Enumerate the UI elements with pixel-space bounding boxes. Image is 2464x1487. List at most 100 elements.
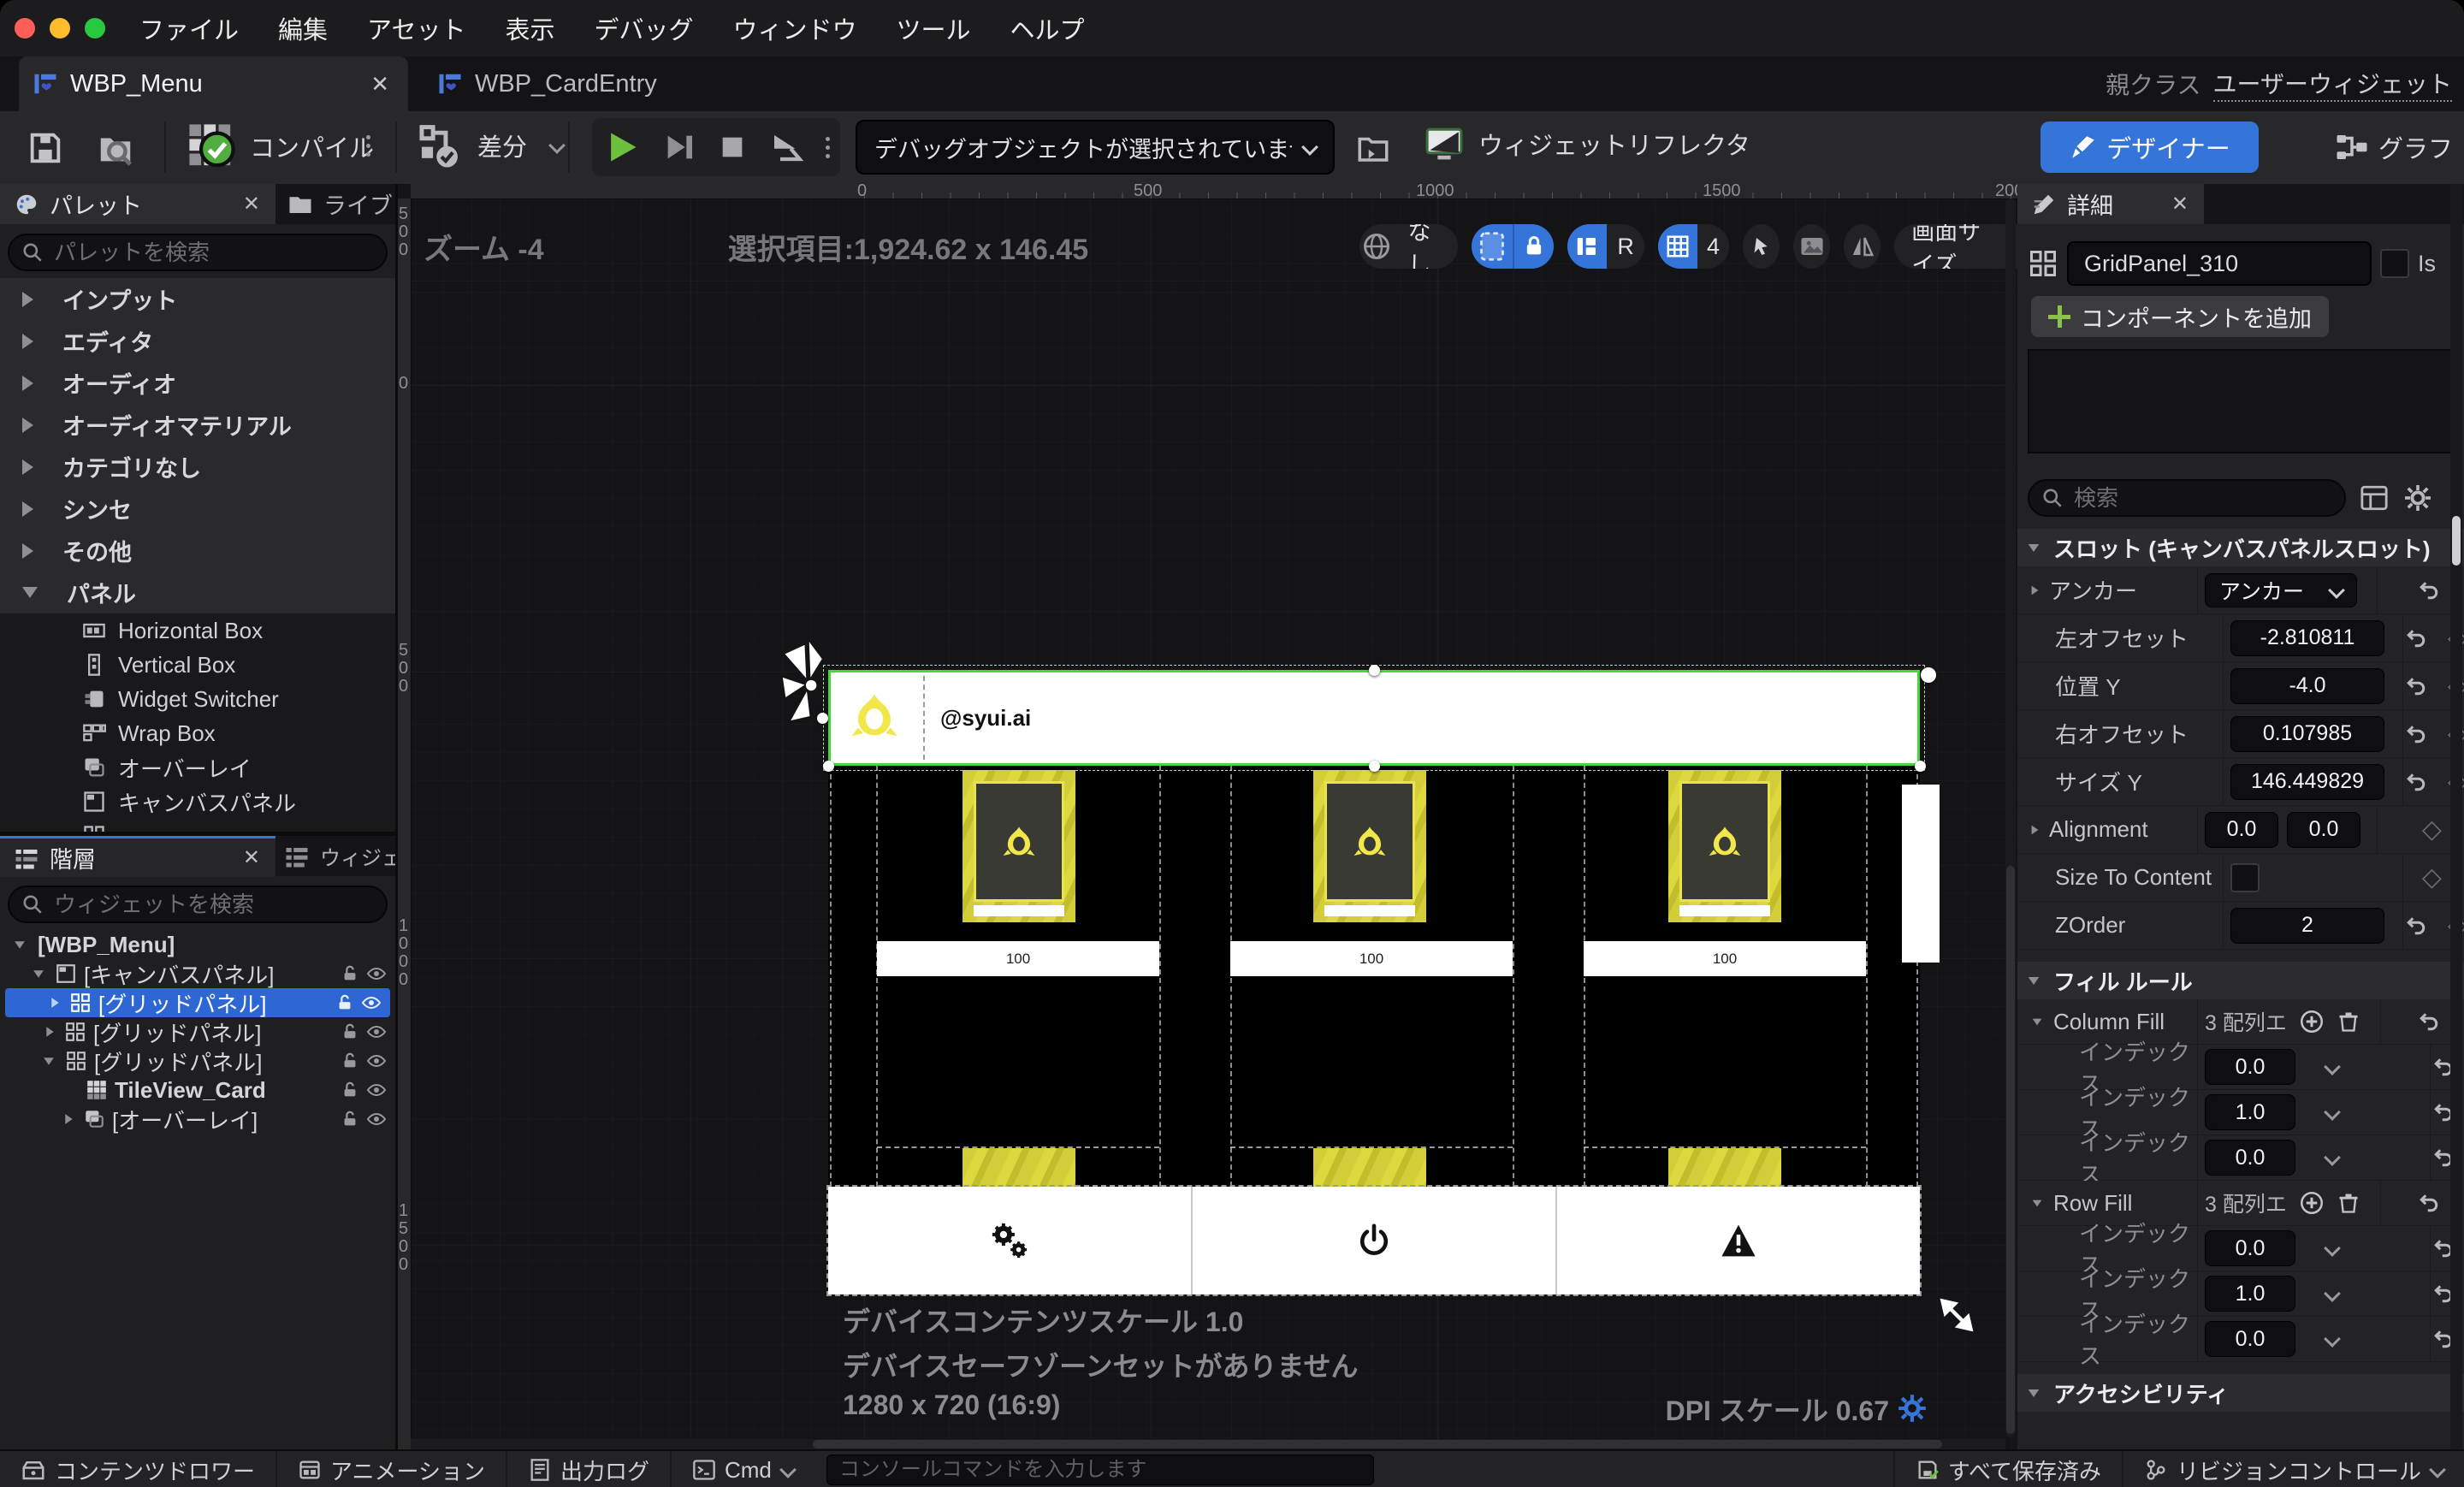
palette-item-canvas-panel[interactable]: キャンバスパネル xyxy=(0,785,395,819)
preview-background-button[interactable] xyxy=(1792,224,1831,269)
content-drawer-button[interactable]: コンテンツドロワー xyxy=(0,1451,278,1487)
preview-nav-bar[interactable] xyxy=(826,1185,1922,1296)
card-entry[interactable] xyxy=(1668,770,1781,922)
menu-asset[interactable]: アセット xyxy=(367,10,465,46)
category-audio[interactable]: オーディオ xyxy=(0,362,395,404)
menu-view[interactable]: 表示 xyxy=(505,10,554,46)
eye-icon[interactable] xyxy=(366,1109,387,1129)
palette-item-horizontal-box[interactable]: Horizontal Box xyxy=(0,613,395,648)
close-icon[interactable]: ✕ xyxy=(2171,192,2189,216)
settings-gear-icon[interactable] xyxy=(2402,483,2433,513)
chevron-down-icon[interactable] xyxy=(2324,1149,2341,1166)
revert-icon[interactable] xyxy=(2403,625,2429,651)
lock-icon[interactable] xyxy=(341,1110,359,1129)
close-icon[interactable]: ✕ xyxy=(243,845,260,870)
section-accessibility[interactable]: アクセシビリティ xyxy=(2017,1374,2464,1412)
resize-handle[interactable] xyxy=(817,713,828,724)
is-variable-checkbox[interactable] xyxy=(2380,249,2409,278)
grid-snap-group[interactable]: 4 xyxy=(1657,224,1729,269)
alignment-x-field[interactable]: 0.0 xyxy=(2205,811,2278,848)
diff-button[interactable]: 差分 xyxy=(418,121,566,169)
index-value-field[interactable]: 0.0 xyxy=(2205,1230,2295,1266)
menu-tools[interactable]: ツール xyxy=(897,10,971,46)
lock-icon[interactable] xyxy=(341,964,359,983)
add-element-icon[interactable] xyxy=(2299,1190,2325,1216)
resize-handle[interactable] xyxy=(1369,761,1380,772)
add-element-icon[interactable] xyxy=(2299,1009,2325,1034)
flip-preview-button[interactable] xyxy=(1844,224,1881,269)
category-editor[interactable]: エディタ xyxy=(0,320,395,362)
eye-icon[interactable] xyxy=(366,1080,387,1100)
stop-icon[interactable] xyxy=(718,133,747,162)
nav-cell-warning[interactable] xyxy=(1557,1187,1920,1294)
index-value-field[interactable]: 1.0 xyxy=(2205,1276,2295,1312)
add-component-button[interactable]: コンポーネントを追加 xyxy=(2031,296,2329,337)
minimize-window-button[interactable] xyxy=(50,18,70,39)
alignment-respect-group[interactable]: R xyxy=(1567,224,1644,269)
bind-diamond-icon[interactable]: ◇ xyxy=(2422,862,2442,892)
resize-handle[interactable] xyxy=(1915,761,1926,772)
eye-icon[interactable] xyxy=(366,1051,387,1071)
canvas-vertical-scrollbar[interactable] xyxy=(2005,198,2016,1437)
close-window-button[interactable] xyxy=(15,18,35,39)
eye-icon[interactable] xyxy=(361,992,382,1013)
eye-icon[interactable] xyxy=(366,963,387,984)
palette-item-wrap-box[interactable]: Wrap Box xyxy=(0,716,395,750)
selection-outline-lock-group[interactable] xyxy=(1471,224,1554,269)
chevron-down-icon[interactable] xyxy=(2324,1104,2341,1121)
revert-icon[interactable] xyxy=(2416,578,2442,603)
trash-icon[interactable] xyxy=(2337,1190,2360,1216)
play-options-icon[interactable] xyxy=(825,136,830,158)
localization-preview-toggle[interactable]: なし xyxy=(1359,224,1458,269)
menu-window[interactable]: ウィンドウ xyxy=(732,10,856,46)
category-input[interactable]: インプット xyxy=(0,278,395,320)
tab-hierarchy[interactable]: 階層 ✕ xyxy=(0,836,275,877)
anchor-dropdown[interactable]: アンカー xyxy=(2205,572,2357,607)
browse-to-asset-icon[interactable] xyxy=(96,128,135,168)
chevron-down-icon[interactable] xyxy=(2324,1330,2341,1348)
tab-palette[interactable]: パレット ✕ xyxy=(0,184,275,224)
palette-item-vertical-box[interactable]: Vertical Box xyxy=(0,648,395,682)
lock-icon[interactable] xyxy=(335,993,354,1012)
preview-grid-panel[interactable]: 100 100 100 xyxy=(828,766,1920,1187)
tree-item-grid-panel-2[interactable]: [グリッドパネル] xyxy=(0,1017,395,1046)
nav-cell-settings[interactable] xyxy=(828,1187,1193,1294)
palette-item-widget-switcher[interactable]: Widget Switcher xyxy=(0,682,395,716)
right-offset-field[interactable]: 0.107985 xyxy=(2230,715,2384,752)
display-filter-icon[interactable] xyxy=(2360,483,2389,512)
save-all-status[interactable]: すべて保存済み xyxy=(1892,1451,2122,1487)
revert-icon[interactable] xyxy=(2403,721,2429,747)
details-search[interactable] xyxy=(2028,479,2346,517)
revert-icon[interactable] xyxy=(2403,673,2429,699)
palette-item-clipped[interactable] xyxy=(0,819,395,832)
lock-icon[interactable] xyxy=(341,1052,359,1070)
index-value-field[interactable]: 0.0 xyxy=(2205,1321,2295,1357)
screen-size-dropdown[interactable]: 画面サイズ xyxy=(1894,224,2017,269)
debug-object-dropdown[interactable]: デバッグオブジェクトが選択されていません xyxy=(856,120,1335,175)
revert-icon[interactable] xyxy=(2416,1190,2442,1216)
details-search-input[interactable] xyxy=(2072,483,2332,512)
play-icon[interactable] xyxy=(603,128,641,166)
tree-item-canvas-panel[interactable]: [キャンバスパネル] xyxy=(0,959,395,988)
select-cursor-button[interactable] xyxy=(1742,224,1780,269)
widget-reflector-button[interactable]: ウィジェットリフレクタ xyxy=(1422,121,1750,166)
card-entry[interactable] xyxy=(962,770,1075,922)
close-icon[interactable]: ✕ xyxy=(243,192,260,216)
chevron-down-icon[interactable] xyxy=(2324,1240,2341,1257)
compile-options-icon[interactable] xyxy=(366,135,370,157)
category-other[interactable]: その他 xyxy=(0,530,395,572)
revert-icon[interactable] xyxy=(2403,913,2429,939)
menu-file[interactable]: ファイル xyxy=(139,10,239,46)
console-command-input[interactable] xyxy=(826,1454,1374,1485)
hierarchy-search[interactable] xyxy=(8,886,388,923)
revision-control-dropdown[interactable]: リビジョンコントロール xyxy=(2121,1451,2464,1487)
position-y-field[interactable]: -4.0 xyxy=(2230,667,2384,704)
compile-button[interactable]: コンパイル xyxy=(187,121,374,171)
chevron-down-icon[interactable] xyxy=(2324,1285,2341,1302)
menu-edit[interactable]: 編集 xyxy=(278,10,328,46)
maximize-window-button[interactable] xyxy=(85,18,105,39)
alignment-y-field[interactable]: 0.0 xyxy=(2287,811,2360,848)
tree-item-grid-panel-3[interactable]: [グリッドパネル] xyxy=(0,1046,395,1075)
tab-widget-bind[interactable]: ウィジェ...バインド xyxy=(275,836,395,876)
menu-debug[interactable]: デバッグ xyxy=(594,10,693,46)
